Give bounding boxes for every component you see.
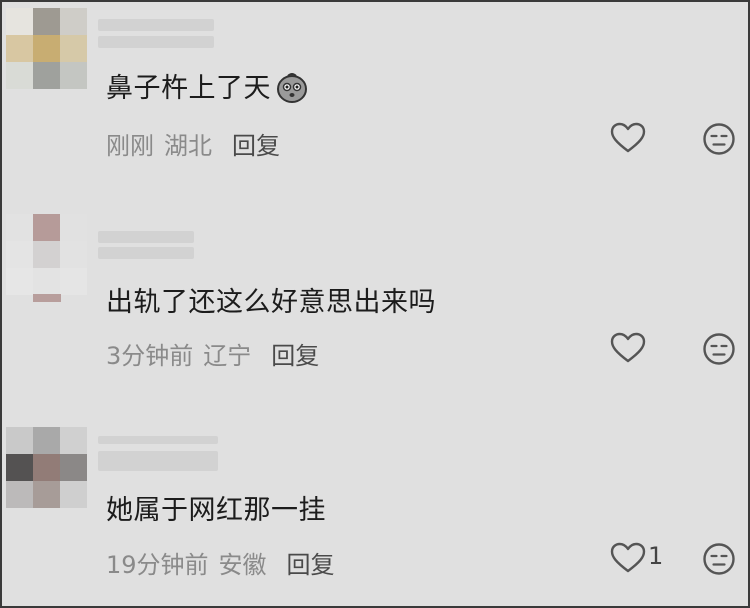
comment-text: 出轨了还这么好意思出来吗 — [106, 287, 436, 318]
dislike-button[interactable] — [702, 332, 736, 366]
meh-face-icon — [703, 123, 735, 155]
username-blurred — [98, 247, 194, 259]
meh-face-icon — [703, 333, 735, 365]
avatar[interactable] — [6, 214, 87, 302]
like-button[interactable] — [610, 122, 646, 154]
username-blurred — [98, 451, 218, 471]
reply-button[interactable]: 回复 — [232, 132, 280, 160]
comment-text-row: 鼻子杵上了天 — [106, 66, 309, 107]
comment-meta: 19分钟前 安徽 回复 — [106, 545, 335, 580]
comment-location: 安徽 — [218, 551, 267, 579]
reply-button[interactable]: 回复 — [287, 551, 335, 579]
comment-text: 鼻子杵上了天 — [106, 73, 271, 104]
like-button[interactable] — [610, 332, 646, 364]
username-blurred[interactable] — [98, 19, 214, 31]
dislike-button[interactable] — [702, 122, 736, 156]
sweat-face-emoji-icon — [275, 70, 309, 104]
heart-outline-icon — [610, 122, 646, 153]
comment-time: 3分钟前 — [106, 342, 194, 370]
comment-meta: 刚刚 湖北 回复 — [106, 126, 280, 161]
comment-location: 辽宁 — [203, 342, 252, 370]
dislike-button[interactable] — [702, 542, 736, 576]
comment-time: 刚刚 — [106, 132, 154, 160]
avatar[interactable] — [6, 8, 87, 89]
avatar[interactable] — [6, 427, 87, 508]
username-blurred[interactable] — [98, 436, 218, 444]
like-count: 1 — [648, 542, 664, 570]
comment-location: 湖北 — [164, 132, 212, 160]
heart-outline-icon — [610, 542, 646, 573]
meh-face-icon — [703, 543, 735, 575]
username-blurred — [98, 36, 214, 48]
reply-button[interactable]: 回复 — [271, 342, 319, 370]
heart-outline-icon — [610, 332, 646, 363]
comment-meta: 3分钟前 辽宁 回复 — [106, 336, 319, 371]
like-button[interactable] — [610, 542, 646, 574]
comment-list: 鼻子杵上了天 刚刚 湖北 回复 出轨了还这么好意思出来吗 3分钟前 辽宁 回复 … — [0, 0, 750, 608]
comment-text: 她属于网红那一挂 — [106, 495, 326, 526]
comment-time: 19分钟前 — [106, 551, 209, 579]
username-blurred[interactable] — [98, 231, 194, 243]
